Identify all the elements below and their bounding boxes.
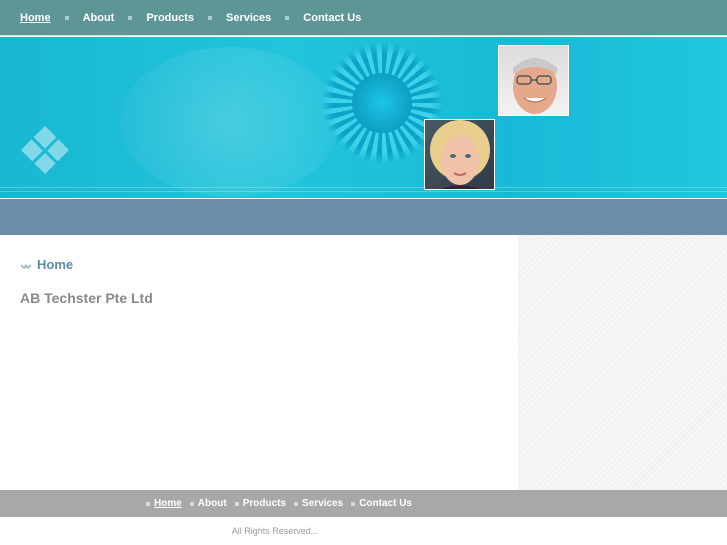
footer-nav-item-home: Home xyxy=(146,498,182,509)
man-portrait-photo xyxy=(498,45,569,116)
top-nav-link-about[interactable]: About xyxy=(83,12,115,24)
flower-core-image xyxy=(352,73,412,133)
double-chevron-down-icon xyxy=(20,260,32,270)
woman-portrait-photo xyxy=(424,119,495,190)
top-nav-link-contact[interactable]: Contact Us xyxy=(303,12,361,24)
nav-separator-icon xyxy=(285,16,290,20)
footer-nav-item-about: About xyxy=(189,498,227,509)
nav-separator-icon xyxy=(128,16,133,20)
nav-separator-icon xyxy=(208,16,213,20)
bullet-icon xyxy=(351,501,356,506)
top-navigation: Home About Products Services Contact Us xyxy=(0,0,727,36)
top-nav-link-home[interactable]: Home xyxy=(20,12,51,24)
top-nav-item-home: Home xyxy=(20,12,51,24)
logo-diamond-icon xyxy=(20,125,70,175)
header-banner xyxy=(0,37,727,198)
top-nav-item-about: About xyxy=(51,12,115,24)
breadcrumb: Home xyxy=(20,257,73,272)
footer-nav-item-products: Products xyxy=(234,498,286,509)
main-content: Home AB Techster Pte Ltd xyxy=(0,235,518,490)
footer-nav-link-services[interactable]: Services xyxy=(302,498,343,509)
footer-nav-link-about[interactable]: About xyxy=(198,498,227,509)
footer-nav-link-products[interactable]: Products xyxy=(243,498,286,509)
bullet-icon xyxy=(234,501,239,506)
nav-separator-icon xyxy=(64,16,69,20)
footer-nav-item-contact: Contact Us xyxy=(351,498,412,509)
copyright-text: All Rights Reserved... xyxy=(231,526,319,536)
bullet-icon xyxy=(189,501,194,506)
top-nav-item-services: Services xyxy=(194,12,271,24)
banner-blur-decoration xyxy=(120,47,340,197)
bullet-icon xyxy=(146,501,150,506)
top-nav-link-products[interactable]: Products xyxy=(146,12,194,24)
top-nav-item-contact: Contact Us xyxy=(271,12,361,24)
banner-stripe xyxy=(0,191,727,192)
banner-stripe xyxy=(0,187,727,188)
page-title: AB Techster Pte Ltd xyxy=(20,290,153,306)
footer-nav-item-services: Services xyxy=(294,498,343,509)
footer-navigation: Home About Products Services Contact Us xyxy=(0,490,727,517)
top-nav-link-services[interactable]: Services xyxy=(226,12,271,24)
right-sidebar xyxy=(518,235,727,490)
banner-sub-bar xyxy=(0,199,727,235)
bullet-icon xyxy=(294,501,299,506)
footer-nav-link-contact[interactable]: Contact Us xyxy=(359,498,412,509)
breadcrumb-label: Home xyxy=(37,257,74,272)
footer-nav-link-home[interactable]: Home xyxy=(154,498,182,509)
top-nav-item-products: Products xyxy=(114,12,194,24)
